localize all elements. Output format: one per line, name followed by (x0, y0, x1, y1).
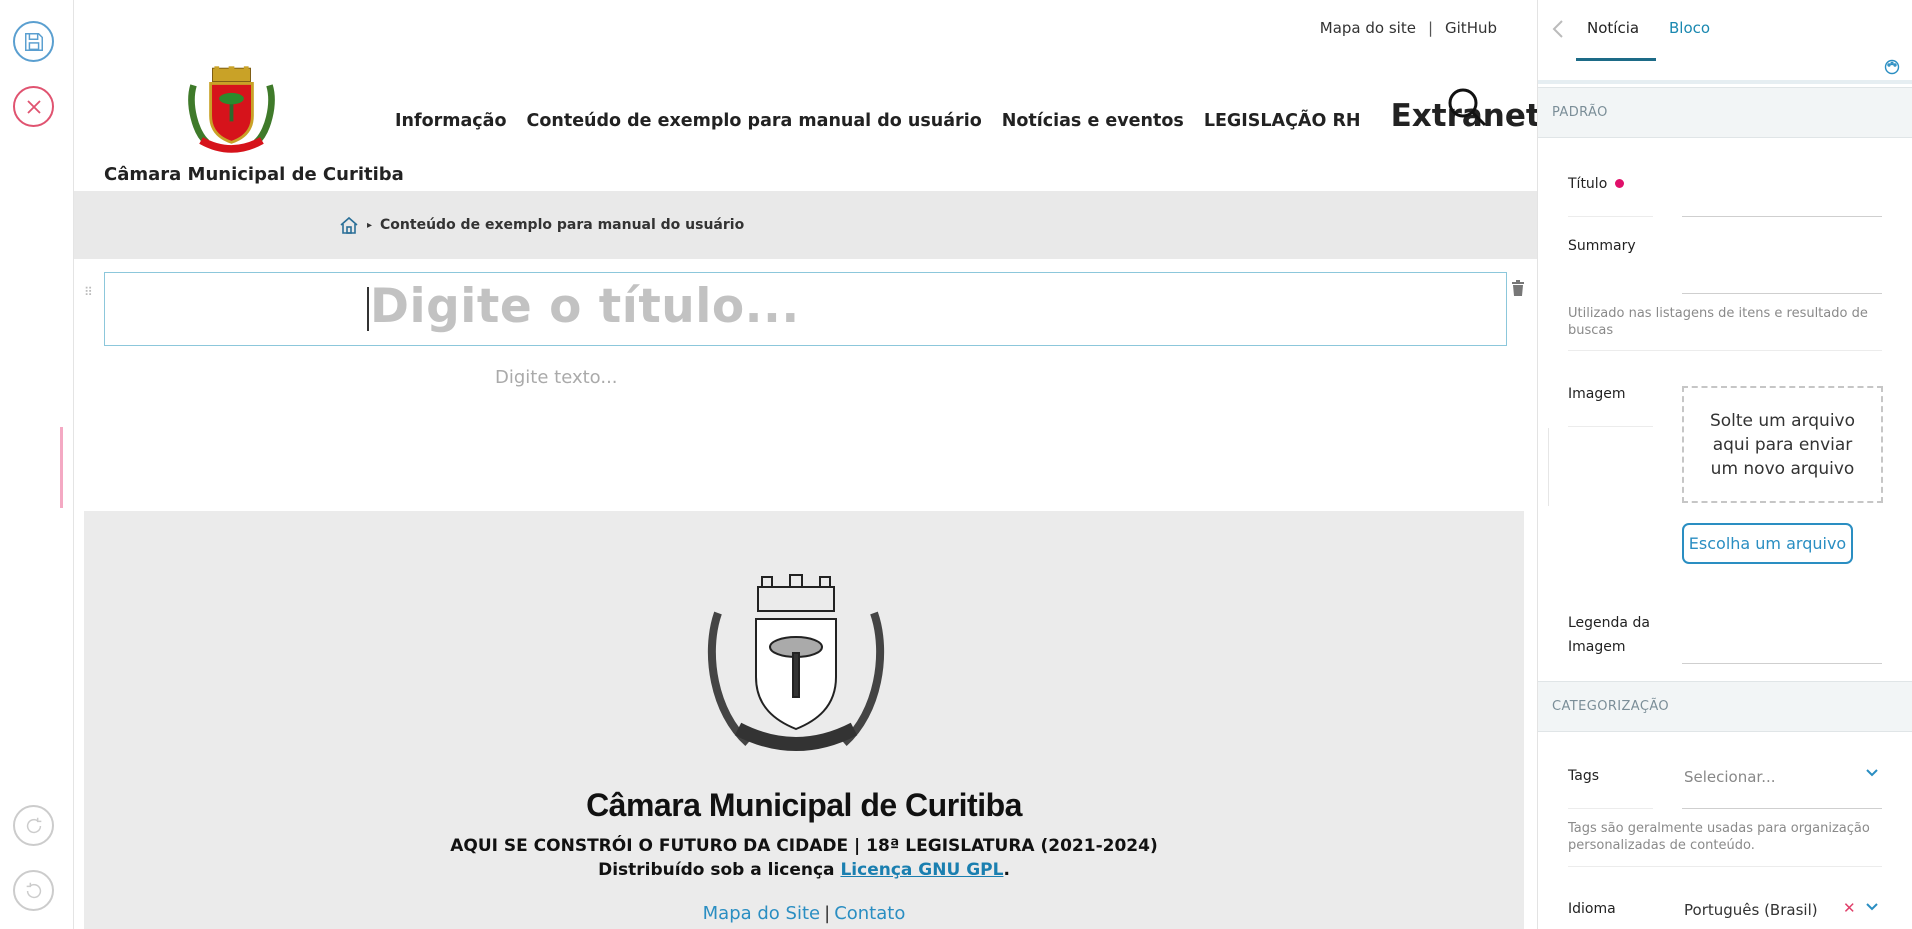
license-link[interactable]: Licença GNU GPL (840, 860, 1003, 880)
breadcrumb-current[interactable]: Conteúdo de exemplo para manual do usuár… (380, 217, 744, 233)
tags-help: Tags são geralmente usadas para organiza… (1568, 821, 1870, 853)
tab-noticia[interactable]: Notícia (1574, 19, 1652, 37)
cancel-button[interactable] (13, 86, 54, 127)
divider (1568, 808, 1653, 809)
text-caret (367, 287, 369, 331)
breadcrumb: ▸ Conteúdo de exemplo para manual do usu… (339, 216, 744, 234)
title-input[interactable]: Digite o título... (370, 279, 800, 334)
required-indicator (1614, 179, 1624, 188)
footer-links-separator: | (824, 903, 831, 924)
titulo-input[interactable] (1682, 216, 1882, 217)
site-name: Câmara Municipal de Curitiba (104, 164, 404, 185)
license-suffix: . (1003, 860, 1010, 880)
tags-select[interactable]: Selecionar... (1684, 768, 1776, 786)
titulo-label: Título (1568, 176, 1624, 192)
legenda-label-line1: Legenda da (1568, 615, 1650, 631)
save-button[interactable] (13, 21, 54, 62)
breadcrumb-bar: ▸ Conteúdo de exemplo para manual do usu… (74, 191, 1537, 259)
chevron-left-icon[interactable] (1552, 19, 1564, 39)
footer-license: Distribuído sob a licença Licença GNU GP… (84, 860, 1524, 880)
sitemap-link[interactable]: Mapa do site (1320, 19, 1416, 37)
text-block-placeholder[interactable]: Digite texto... (495, 367, 618, 388)
redo-button[interactable] (13, 805, 54, 846)
site-logo[interactable]: Câmara Municipal de Curitiba (104, 66, 404, 185)
close-icon (26, 99, 41, 114)
divider (1568, 216, 1653, 217)
summary-textarea[interactable] (1682, 293, 1882, 294)
app-root: Mapa do site | GitHub Câmara Municipal d… (0, 0, 1912, 929)
divider (1568, 426, 1653, 427)
imagem-label: Imagem (1568, 386, 1626, 402)
idioma-label: Idioma (1568, 901, 1616, 917)
section-categorizacao-label: CATEGORIZAÇÃO (1552, 699, 1670, 714)
tags-label: Tags (1568, 768, 1599, 784)
titulo-label-text: Título (1568, 176, 1608, 192)
footer-contact-link[interactable]: Contato (834, 903, 905, 924)
breadcrumb-separator: ▸ (367, 219, 373, 231)
home-icon[interactable] (339, 216, 359, 234)
undo-icon (26, 882, 41, 898)
section-padrao[interactable]: PADRÃO (1538, 87, 1912, 138)
nav-item-informacao[interactable]: Informação (395, 111, 507, 131)
footer-sitemap-link[interactable]: Mapa do Site (703, 903, 820, 924)
title-block[interactable]: Digite o título... (104, 272, 1507, 346)
page-canvas: Mapa do site | GitHub Câmara Municipal d… (74, 0, 1537, 929)
sidebar-tabs: Notícia Bloco (1538, 0, 1912, 84)
summary-help: Utilizado nas listagens de itens e resul… (1568, 306, 1868, 338)
divider (1568, 866, 1882, 867)
footer-links: Mapa do Site | Contato (84, 903, 1524, 924)
search-icon[interactable] (1446, 86, 1488, 128)
section-categorizacao[interactable]: CATEGORIZAÇÃO (1538, 681, 1912, 732)
nav-item-legislacao-rh[interactable]: LEGISLAÇÃO RH (1204, 111, 1361, 131)
active-tab-indicator (1576, 58, 1656, 61)
footer-coat-of-arms-logo (707, 574, 885, 751)
divider (1568, 350, 1882, 351)
choose-file-button[interactable]: Escolha um arquivo (1682, 523, 1853, 564)
footer-org-name: Câmara Municipal de Curitiba (586, 787, 1022, 823)
footer-tagline: AQUI SE CONSTRÓI O FUTURO DA CIDADE | 18… (450, 836, 1158, 856)
sidebar: Notícia Bloco PADRÃO Título Summary Util… (1537, 0, 1912, 929)
main-nav: Informação Conteúdo de exemplo para manu… (395, 98, 1537, 134)
legenda-label-line2: Imagem (1568, 639, 1626, 655)
footer: Câmara Municipal de Curitiba AQUI SE CON… (84, 511, 1524, 929)
coat-of-arms-logo (188, 66, 275, 153)
nav-item-conteudo-exemplo[interactable]: Conteúdo de exemplo para manual do usuár… (527, 111, 982, 131)
license-prefix: Distribuído sob a licença (598, 860, 841, 880)
nav-item-noticias-eventos[interactable]: Notícias e eventos (1002, 111, 1184, 131)
section-padrao-label: PADRÃO (1552, 105, 1608, 120)
trash-icon[interactable] (1511, 280, 1525, 296)
legenda-label: Legenda da Imagem (1568, 611, 1650, 659)
drag-handle-icon[interactable]: ⠿ (84, 285, 93, 299)
github-link[interactable]: GitHub (1445, 19, 1497, 37)
block-indicator (60, 427, 63, 508)
chevron-down-icon[interactable] (1865, 902, 1879, 912)
clear-icon[interactable]: ✕ (1843, 899, 1856, 917)
top-links-separator: | (1427, 19, 1434, 37)
top-links: Mapa do site | GitHub (1320, 19, 1497, 37)
legenda-input[interactable] (1682, 663, 1882, 664)
divider (1548, 428, 1549, 506)
idioma-select[interactable]: Português (Brasil) (1684, 901, 1818, 919)
redo-icon (26, 817, 41, 833)
tab-bloco[interactable]: Bloco (1669, 19, 1710, 37)
tags-underline (1682, 808, 1882, 809)
save-icon (24, 32, 43, 51)
summary-label: Summary (1568, 238, 1636, 254)
palette-icon[interactable] (1884, 59, 1900, 75)
chevron-down-icon[interactable] (1865, 768, 1879, 778)
file-dropzone[interactable]: Solte um arquivo aqui para enviar um nov… (1682, 386, 1883, 503)
undo-button[interactable] (13, 870, 54, 911)
left-toolbar (0, 0, 74, 929)
